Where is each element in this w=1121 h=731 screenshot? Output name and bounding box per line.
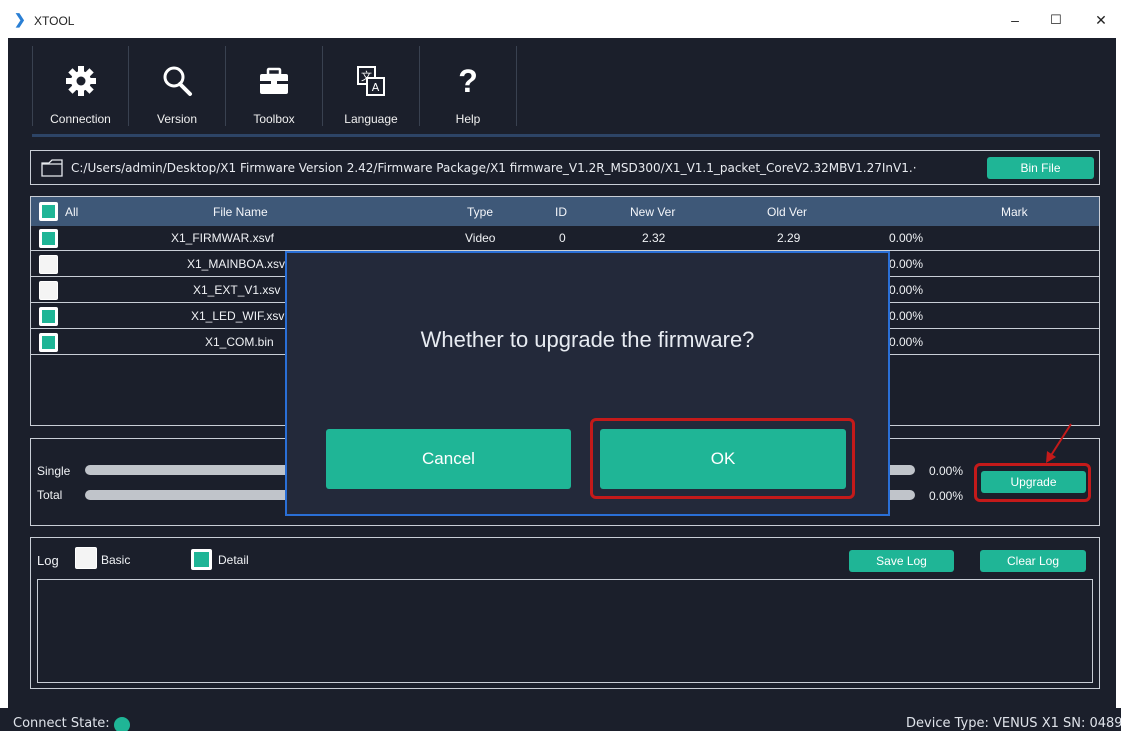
toolbar-toolbox-button[interactable]: Toolbox (226, 46, 323, 126)
title-bar: ❯ XTOOL – ☐ ✕ (0, 0, 1121, 38)
basic-label: Basic (101, 553, 131, 567)
table-header: All File Name Type ID New Ver Old Ver Ma… (31, 197, 1099, 226)
maximize-button[interactable]: ☐ (1041, 8, 1071, 32)
detail-label: Detail (218, 553, 249, 567)
single-progress-percent: 0.00% (929, 464, 964, 478)
row-checkbox[interactable] (39, 255, 58, 274)
cell-type: Video (465, 231, 496, 245)
cell-file-name: X1_FIRMWAR.xsvf (171, 231, 274, 245)
row-checkbox[interactable] (39, 333, 58, 352)
header-old-ver: Old Ver (767, 205, 808, 219)
toolbar-toolbox-label: Toolbox (253, 112, 295, 126)
ok-highlight (590, 418, 855, 499)
basic-checkbox[interactable] (75, 547, 97, 569)
gear-icon (33, 64, 128, 98)
header-mark: Mark (1001, 205, 1028, 219)
save-log-button[interactable]: Save Log (849, 550, 954, 572)
toolbar-connection-label: Connection (50, 112, 111, 126)
cancel-button[interactable]: Cancel (326, 429, 571, 489)
cell-file-name: X1_LED_WIF.xsv (191, 309, 285, 323)
cell-progress: 0.00% (889, 231, 924, 245)
cell-file-name: X1_COM.bin (205, 335, 274, 349)
device-info: Device Type: VENUS X1 SN: 0489 (906, 716, 1121, 731)
cell-file-name: X1_MAINBOA.xsv (187, 257, 286, 271)
single-progress-label: Single (37, 464, 71, 478)
header-all: All (65, 205, 79, 219)
row-checkbox[interactable] (39, 281, 58, 300)
connect-state-indicator (114, 717, 130, 731)
log-label: Log (37, 553, 59, 568)
row-checkbox[interactable] (39, 229, 58, 248)
toolbar-help-label: Help (455, 112, 481, 126)
dialog-message: Whether to upgrade the firmware? (420, 327, 755, 352)
status-bar: Connect State: Device Type: VENUS X1 SN:… (0, 708, 1121, 731)
table-row[interactable]: X1_FIRMWAR.xsvf Video 0 2.32 2.29 0.00% (31, 226, 1099, 251)
header-type: Type (467, 205, 494, 219)
toolbar-language-button[interactable]: 文 A Language (323, 46, 420, 126)
folder-icon[interactable] (41, 159, 63, 180)
minimize-button[interactable]: – (1000, 8, 1030, 32)
header-file-name: File Name (213, 205, 268, 219)
row-checkbox[interactable] (39, 307, 58, 326)
file-path-text: C:/Users/admin/Desktop/X1 Firmware Versi… (71, 161, 917, 175)
bin-file-button[interactable]: Bin File (987, 157, 1094, 179)
total-progress-percent: 0.00% (929, 489, 964, 503)
search-icon (129, 64, 225, 98)
cell-file-name: X1_EXT_V1.xsv (193, 283, 281, 297)
app-logo-icon: ❯ (14, 11, 26, 27)
clear-log-button[interactable]: Clear Log (980, 550, 1086, 572)
file-path-box: C:/Users/admin/Desktop/X1 Firmware Versi… (30, 150, 1100, 185)
detail-checkbox[interactable] (191, 549, 212, 570)
header-new-ver: New Ver (630, 205, 676, 219)
cell-new-ver: 2.32 (642, 231, 666, 245)
app-title: XTOOL (34, 14, 75, 28)
toolbox-icon (226, 64, 322, 98)
log-panel: Log Basic Detail Save Log Clear Log (30, 537, 1100, 689)
toolbar-divider (32, 134, 1100, 137)
language-icon: 文 A (323, 64, 419, 98)
toolbar-version-label: Version (156, 112, 198, 126)
toolbar-help-button[interactable]: ? Help (420, 46, 517, 126)
cell-id: 0 (559, 231, 566, 245)
toolbar-connection-button[interactable]: Connection (32, 46, 129, 126)
help-icon: ? (458, 63, 478, 99)
svg-text:A: A (372, 81, 380, 94)
upgrade-confirm-dialog: Whether to upgrade the firmware? Cancel … (285, 251, 890, 516)
toolbar-version-button[interactable]: Version (129, 46, 226, 126)
connect-state-label: Connect State: (13, 716, 110, 731)
cell-progress: 0.00% (889, 283, 924, 297)
cell-progress: 0.00% (889, 257, 924, 271)
log-output[interactable] (37, 579, 1093, 683)
cell-progress: 0.00% (889, 309, 924, 323)
header-id: ID (555, 205, 567, 219)
close-button[interactable]: ✕ (1086, 8, 1116, 32)
red-arrow-icon (1046, 423, 1072, 463)
toolbar-language-label: Language (344, 112, 398, 126)
upgrade-highlight (974, 463, 1091, 502)
total-progress-label: Total (37, 488, 63, 502)
select-all-checkbox[interactable] (39, 202, 58, 221)
cell-old-ver: 2.29 (777, 231, 801, 245)
cell-progress: 0.00% (889, 335, 924, 349)
